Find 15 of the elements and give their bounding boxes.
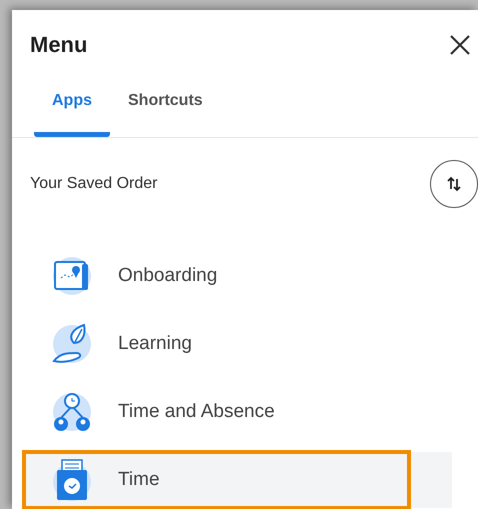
hand-leaf-icon xyxy=(52,323,92,365)
close-icon xyxy=(448,33,472,57)
close-button[interactable] xyxy=(448,33,472,57)
tab[interactable]: Shortcuts xyxy=(110,92,221,137)
section-label: Your Saved Order xyxy=(30,175,158,193)
people-clock-icon xyxy=(52,392,92,432)
app-item[interactable]: Learning xyxy=(24,316,409,372)
app-item[interactable]: Time and Absence xyxy=(24,384,409,440)
tab[interactable]: Apps xyxy=(34,92,110,137)
clock-card-icon xyxy=(52,459,92,501)
app-item[interactable]: Onboarding xyxy=(24,248,409,304)
sort-button[interactable] xyxy=(430,160,478,208)
menu-title: Menu xyxy=(30,32,88,58)
app-item[interactable]: Time xyxy=(24,452,409,508)
map-icon xyxy=(52,256,92,296)
